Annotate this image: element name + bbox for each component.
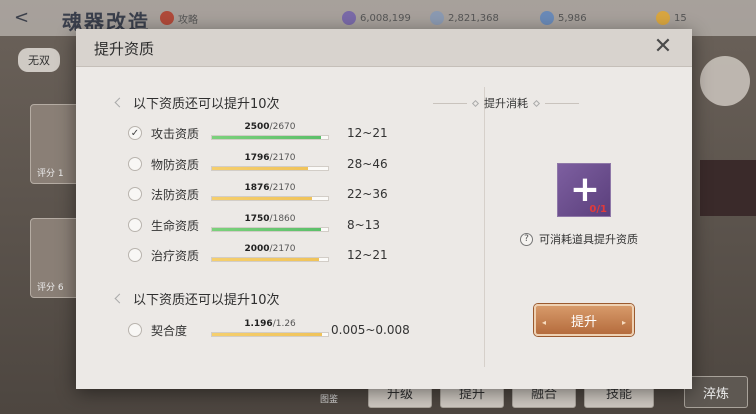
diamond-ornament-icon [532,99,541,107]
upgrade-button[interactable]: ◂ 提升 ▸ [534,304,634,336]
gain-range: 28~46 [347,157,388,171]
gain-range: 12~21 [347,126,388,140]
back-arrow-icon[interactable]: < [14,8,42,28]
gold-icon [656,11,670,25]
aptitude-progress: 1750/1860 [211,214,329,235]
aptitude-progress: 2000/2170 [211,244,329,265]
aptitude-name: 生命资质 [151,218,200,233]
diamond-ornament-icon [471,99,480,107]
coin-icon [430,11,444,25]
radio-button[interactable] [128,323,142,337]
question-icon[interactable]: ? [520,232,533,246]
radio-button[interactable] [128,187,142,201]
stat-chip: 6,008,199 [342,10,411,26]
aptitude-name: 攻击资质 [151,126,200,141]
progress-fill [212,167,309,170]
sub-tab[interactable]: 无双 [18,48,60,72]
progress-fill [212,333,323,336]
item-count: 0/1 [589,204,607,215]
gain-range: 22~36 [347,187,388,201]
soul-card[interactable]: 评分 1 [30,104,80,184]
gem-icon [540,11,554,25]
radio-button[interactable] [128,157,142,171]
aptitude-name: 契合度 [151,323,188,338]
aptitude-row-hp[interactable]: 生命资质 1750/1860 8~13 [128,214,418,235]
aptitude-progress: 2500/2670 [211,122,329,143]
aptitude-name: 法防资质 [151,187,200,202]
radio-button[interactable]: ✓ [128,126,142,140]
aptitude-row-physdef[interactable]: 物防资质 1796/2170 28~46 [128,153,418,174]
section-heading: 以下资质还可以提升10次 [120,93,280,112]
aptitude-name: 物防资质 [151,157,200,172]
cost-heading: 提升消耗 [416,95,596,111]
aptitude-progress: 1876/2170 [211,183,329,204]
aptitude-progress: 1796/2170 [211,153,329,174]
soul-card[interactable]: 评分 6 [30,218,80,298]
section-heading: 以下资质还可以提升10次 [120,289,280,308]
gain-range: 12~21 [347,248,388,262]
temper-button[interactable]: 淬炼 [684,376,748,408]
stat-chip: 2,821,368 [430,10,499,26]
aptitude-row-heal[interactable]: 治疗资质 2000/2170 12~21 [128,244,418,265]
aptitude-name: 治疗资质 [151,248,200,263]
close-icon[interactable]: ✕ [652,36,674,58]
dialog-header: 提升资质 ✕ [76,29,692,67]
cost-item-slot[interactable]: + 0/1 [557,163,611,217]
item-thumbnail [700,160,756,216]
progress-fill [212,136,321,139]
stat-chip: 15 [656,10,687,26]
crystal-icon [342,11,356,25]
gain-range: 0.005~0.008 [331,323,410,337]
radio-button[interactable] [128,248,142,262]
ornament-icon: ◂ [542,318,547,327]
cost-tip: ? 可消耗道具提升资质 [520,231,680,247]
vertical-divider [484,87,485,367]
upgrade-aptitude-dialog: 提升资质 ✕ 以下资质还可以提升10次 ✓ 攻击资质 2500/2670 12~… [76,29,692,389]
progress-fill [212,197,313,200]
codex-hint: 图鉴 [320,395,339,405]
stat-chip: 5,986 [540,10,587,26]
gain-range: 8~13 [347,218,380,232]
stat-chip: 攻略 [160,10,198,26]
radio-button[interactable] [128,218,142,232]
dialog-title: 提升资质 [94,40,155,58]
aptitude-row-magdef[interactable]: 法防资质 1876/2170 22~36 [128,183,418,204]
progress-fill [212,228,322,231]
character-avatar [700,56,750,106]
ornament-icon: ▸ [621,318,626,327]
guide-icon [160,11,174,25]
progress-fill [212,258,319,261]
aptitude-progress: 1.196/1.26 [211,319,329,340]
aptitude-row-affinity[interactable]: 契合度 1.196/1.26 0.005~0.008 [128,319,468,340]
aptitude-row-attack[interactable]: ✓ 攻击资质 2500/2670 12~21 [128,122,418,143]
